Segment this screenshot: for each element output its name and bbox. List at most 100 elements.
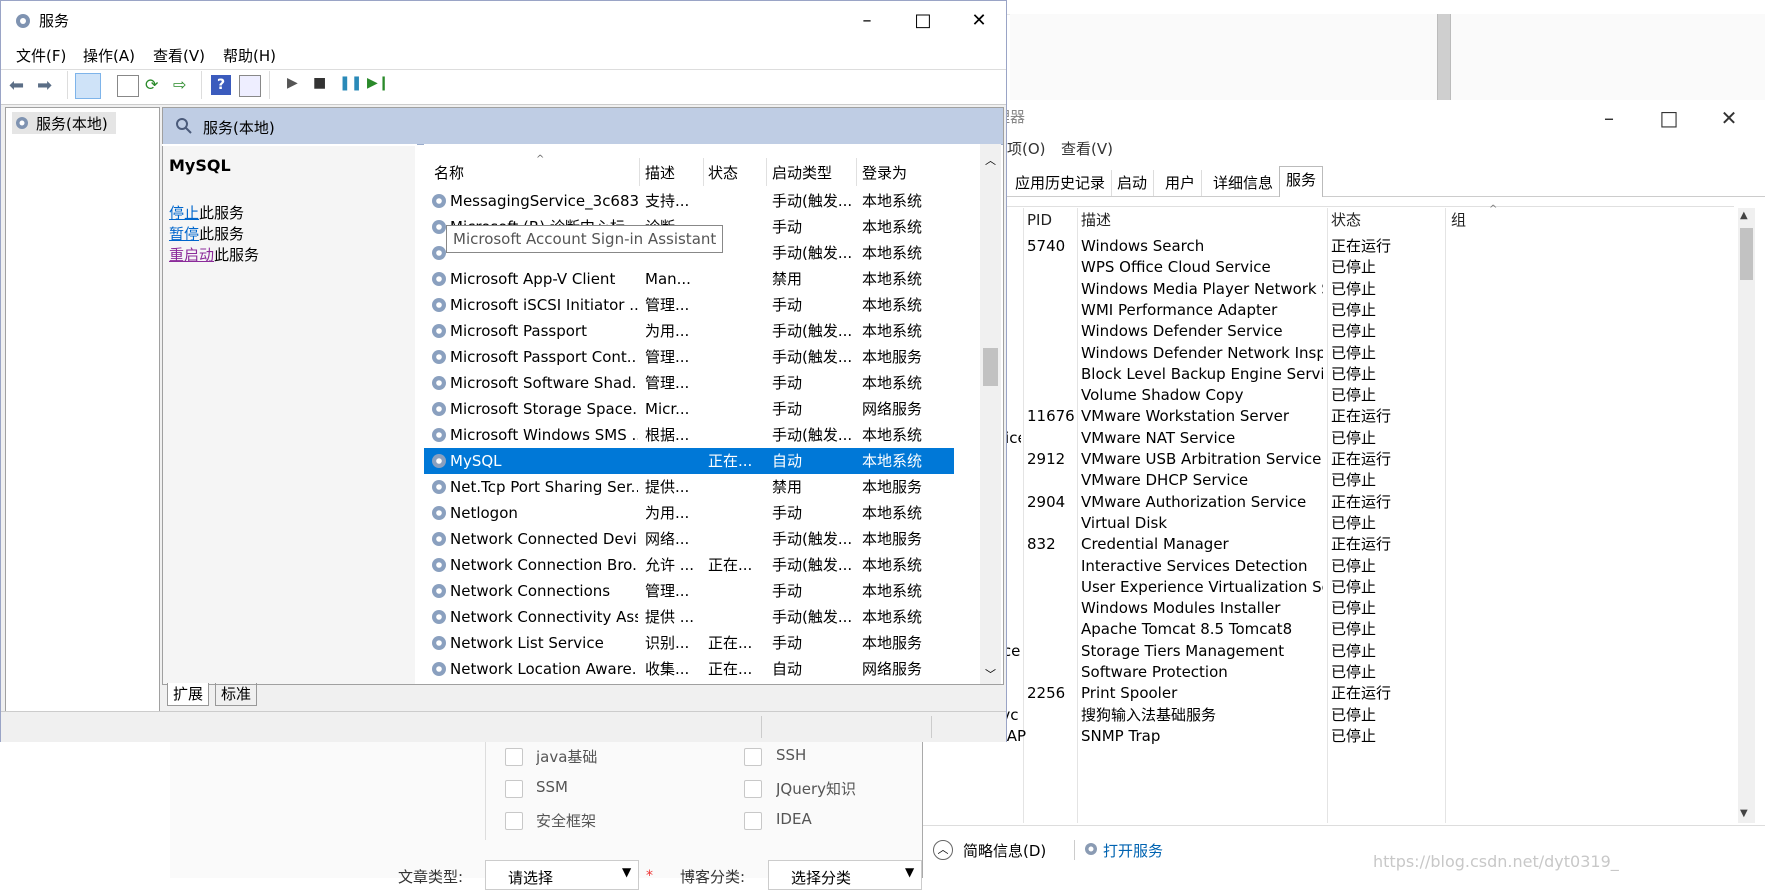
column-header-description[interactable]: 描述 — [645, 162, 675, 183]
background-scrollbar[interactable] — [1437, 14, 1451, 100]
table-row[interactable]: Network List Service 识别... 正在... 手动 本地服务 — [424, 630, 954, 656]
scroll-down-icon[interactable]: ▼ — [1740, 808, 1748, 819]
footer-divider — [923, 825, 1765, 826]
refresh-icon[interactable]: ⟳ — [145, 75, 165, 95]
view-tabs: 扩展 标准 — [163, 683, 283, 707]
menu-options[interactable]: 项(O) — [1007, 138, 1046, 159]
help-icon[interactable]: ? — [211, 75, 231, 95]
table-row[interactable]: Network Connection Bro... 允许 ... 正在... 手动(触… — [424, 552, 954, 578]
action-suffix: 此服务 — [214, 246, 260, 264]
table-row[interactable]: Netlogon 为用... 手动 本地系统 — [424, 500, 954, 526]
service-logon: 本地系统 — [862, 452, 923, 470]
table-row[interactable]: SNMPTRAPSNMP Trap已停止 — [923, 724, 1734, 748]
table-row[interactable]: Microsoft Windows SMS ... 根据... 手动(触发... 本地… — [424, 422, 954, 448]
checkbox-security[interactable] — [505, 812, 523, 830]
back-arrow-icon[interactable]: ⬅ — [9, 75, 29, 96]
scroll-thumb[interactable] — [1740, 228, 1753, 280]
column-header-logon[interactable]: 登录为 — [862, 162, 907, 183]
table-row[interactable]: Microsoft Software Shad... 管理... 手动 本地系统 — [424, 370, 954, 396]
table-row[interactable]: MySQL 正在... 自动 本地系统 — [424, 448, 954, 474]
table-row[interactable]: Microsoft App-V Client Man... 禁用 本地系统 — [424, 266, 954, 292]
table-row[interactable]: Network Connected Devi... 网络... 手动(触发... 本地… — [424, 526, 954, 552]
menu-file[interactable]: 文件(F) — [16, 45, 66, 67]
console-icon[interactable] — [239, 75, 261, 97]
menu-view[interactable]: 查看(V) — [153, 45, 205, 67]
detail-panel: MySQL 停止此服务 暂停此服务 重启动此服务 — [162, 144, 417, 684]
show-tree-icon[interactable] — [75, 73, 101, 99]
table-row[interactable]: Net.Tcp Port Sharing Ser... 提供... 禁用 本地服务 — [424, 474, 954, 500]
maximize-button[interactable]: □ — [895, 1, 951, 41]
scroll-up-icon[interactable]: ▲ — [1740, 210, 1748, 221]
column-header-status[interactable]: 状态 — [1331, 208, 1361, 232]
table-row[interactable]: Network Setup Service 网络... 手动(触发... 本地系统 — [424, 682, 954, 684]
scroll-down-icon[interactable]: ﹀ — [985, 666, 996, 682]
table-row[interactable]: Network Connectivity Ass... 提供 ... 手动(触发..… — [424, 604, 954, 630]
export-icon[interactable]: ⇨ — [173, 75, 193, 95]
checkbox-idea[interactable] — [744, 812, 762, 830]
service-name: Microsoft Storage Space... — [450, 400, 638, 418]
action-suffix: 此服务 — [199, 204, 245, 222]
column-header-description[interactable]: 描述 — [1081, 208, 1111, 232]
detail-panel-accent — [162, 144, 417, 146]
restart-service-link[interactable]: 重启动 — [169, 246, 214, 264]
pause-service-link[interactable]: 暂停 — [169, 225, 199, 243]
column-header-name[interactable]: 名称 — [434, 162, 464, 183]
table-row[interactable]: Microsoft iSCSI Initiator ... 管理... 手动 本地系统 — [424, 292, 954, 318]
tab-startup[interactable]: 启动 — [1111, 170, 1155, 196]
table-row[interactable]: MessagingService_3c683... 支持... 手动(触发... 本地… — [424, 188, 954, 214]
column-header-group[interactable]: 组 — [1451, 208, 1466, 232]
checkbox-java[interactable] — [505, 748, 523, 766]
tab-extended[interactable]: 扩展 — [167, 683, 210, 706]
watermark: https://blog.csdn.net/dyt0319_ — [1373, 852, 1619, 871]
selected-service-name: MySQL — [169, 156, 231, 175]
open-services-link[interactable]: 打开服务 — [1103, 840, 1163, 861]
vertical-scrollbar[interactable]: ▲ ▼ — [1738, 208, 1755, 823]
tab-details[interactable]: 详细信息 — [1207, 170, 1281, 196]
column-header-startup[interactable]: 启动类型 — [772, 162, 832, 183]
minimize-button[interactable]: – — [1579, 100, 1639, 136]
close-button[interactable]: ✕ — [951, 1, 1007, 41]
checkbox-ssm[interactable] — [505, 780, 523, 798]
table-row[interactable]: Network Connections 管理... 手动 本地系统 — [424, 578, 954, 604]
maximize-button[interactable]: □ — [1639, 100, 1699, 136]
table-row[interactable]: Microsoft Passport 为用... 手动(触发... 本地系统 — [424, 318, 954, 344]
main-pane: 服务(本地) MySQL 停止此服务 暂停此服务 重启动此服务 名称 ^ 描述 … — [162, 107, 1004, 685]
stop-icon[interactable]: ■ — [313, 75, 333, 95]
menu-action[interactable]: 操作(A) — [83, 45, 135, 67]
tab-divider — [923, 196, 1765, 197]
play-icon[interactable]: ▶ — [287, 75, 307, 95]
close-button[interactable]: ✕ — [1699, 100, 1759, 136]
properties-icon[interactable] — [117, 75, 139, 97]
menu-view[interactable]: 查看(V) — [1061, 138, 1113, 159]
pause-icon[interactable]: ❚❚ — [339, 75, 362, 95]
blog-category-select[interactable]: 选择分类 ▼ — [768, 860, 922, 890]
checkbox-jquery[interactable] — [744, 780, 762, 798]
table-row[interactable]: Microsoft Passport Cont... 管理... 手动(触发... 本… — [424, 344, 954, 370]
column-header-pid[interactable]: PID — [1027, 208, 1052, 232]
toolbar-separator — [269, 71, 270, 99]
vertical-scrollbar[interactable]: ︿ ﹀ — [980, 144, 1001, 684]
minimize-button[interactable]: – — [839, 1, 895, 41]
column-header-status[interactable]: 状态 — [708, 162, 738, 183]
toolbar-separator — [201, 71, 202, 99]
table-row[interactable]: Microsoft Storage Space... Micr... 手动 网络服务 — [424, 396, 954, 422]
restart-icon[interactable]: ▶❙ — [367, 75, 390, 95]
checkbox-label: 安全框架 — [536, 812, 597, 830]
menu-help[interactable]: 帮助(H) — [223, 45, 276, 67]
article-type-select[interactable]: 请选择 ▼ — [485, 860, 639, 890]
tree-item-selected[interactable]: 服务(本地) — [12, 112, 116, 134]
tab-services[interactable]: 服务 — [1279, 166, 1324, 197]
tab-standard[interactable]: 标准 — [215, 683, 258, 706]
forward-arrow-icon[interactable]: ➡ — [37, 75, 57, 96]
service-description: Micr... — [645, 400, 690, 418]
scroll-up-icon[interactable]: ︿ — [985, 152, 996, 168]
stop-service-link[interactable]: 停止 — [169, 204, 199, 222]
chevron-up-icon[interactable]: ︿ — [933, 840, 953, 860]
table-row[interactable]: Network Location Aware... 收集... 正在... 自动 网络服… — [424, 656, 954, 682]
checkbox-ssh[interactable] — [744, 748, 762, 766]
scroll-thumb[interactable] — [983, 348, 998, 386]
tab-app-history[interactable]: 应用历史记录 — [1009, 170, 1113, 196]
brief-info-button[interactable]: 简略信息(D) — [963, 840, 1046, 861]
service-description: 允许 ... — [645, 556, 695, 574]
tab-users[interactable]: 用户 — [1159, 170, 1203, 196]
